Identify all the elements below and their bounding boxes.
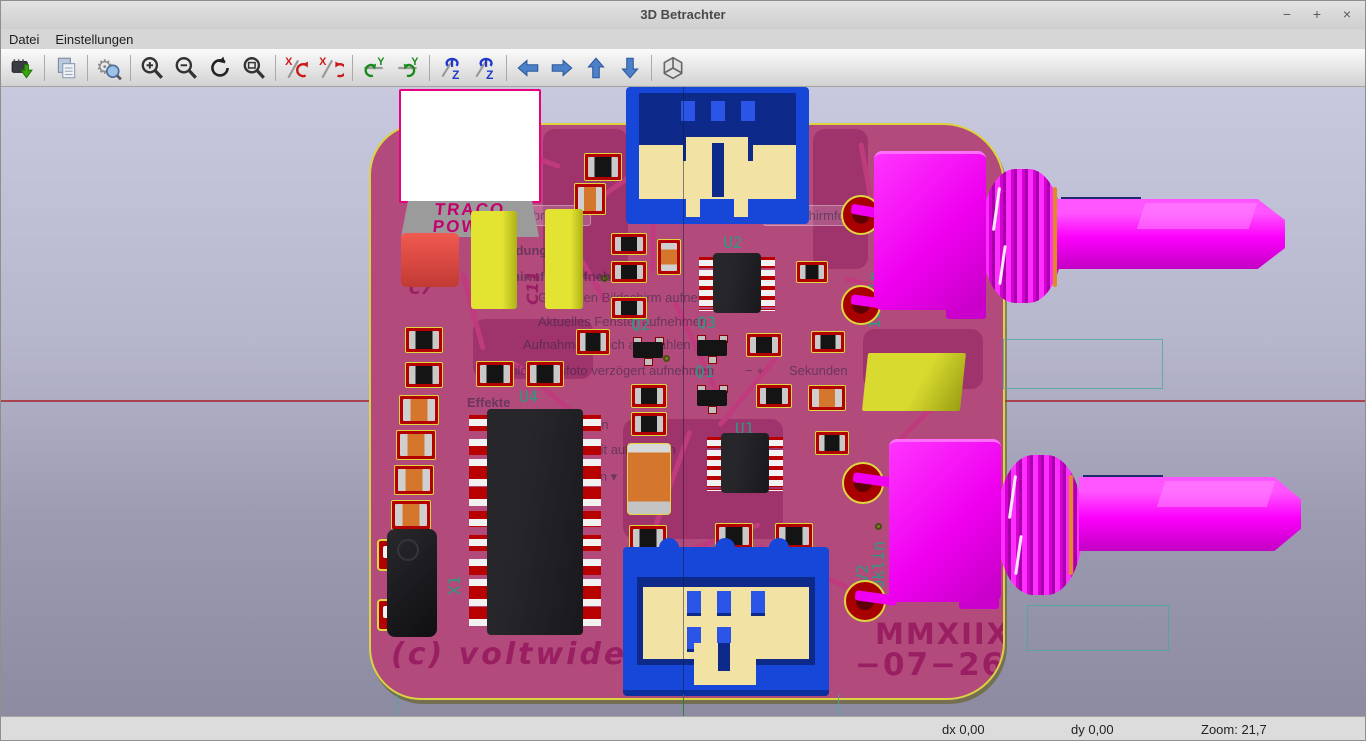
close-icon[interactable]: × xyxy=(1339,6,1355,22)
svg-text:Z: Z xyxy=(452,67,459,80)
toolbar-separator xyxy=(506,55,507,81)
toolbar-separator xyxy=(130,55,131,81)
svg-text:Y: Y xyxy=(377,55,385,67)
titlebar[interactable]: 3D Betrachter − + × xyxy=(1,1,1365,30)
toolbar: ⚙ X X Y Y Z Z xyxy=(1,49,1365,87)
menubar: Datei Einstellungen xyxy=(1,29,1365,49)
rotate-x-pos-icon[interactable]: X xyxy=(314,52,348,84)
y-axis-line xyxy=(683,694,684,716)
zoom-fit-icon[interactable] xyxy=(237,52,271,84)
window-controls: − + × xyxy=(1279,6,1355,22)
toolbar-separator xyxy=(429,55,430,81)
axes xyxy=(1,87,1365,716)
move-up-icon[interactable] xyxy=(579,52,613,84)
status-zoom: Zoom: 21,7 xyxy=(1201,722,1267,737)
rotate-z-neg-icon[interactable]: Z xyxy=(434,52,468,84)
rotate-y-neg-icon[interactable]: Y xyxy=(357,52,391,84)
orthographic-projection-icon[interactable] xyxy=(656,52,690,84)
toolbar-separator xyxy=(44,55,45,81)
menu-datei[interactable]: Datei xyxy=(9,32,39,47)
move-down-icon[interactable] xyxy=(613,52,647,84)
y-axis-line xyxy=(683,87,684,694)
menu-einstellungen[interactable]: Einstellungen xyxy=(55,32,133,47)
window-title: 3D Betrachter xyxy=(1,7,1365,22)
svg-text:Z: Z xyxy=(486,67,493,80)
move-right-icon[interactable] xyxy=(545,52,579,84)
zoom-out-icon[interactable] xyxy=(169,52,203,84)
toolbar-separator xyxy=(87,55,88,81)
redraw-icon[interactable] xyxy=(203,52,237,84)
status-dy: dy 0,00 xyxy=(1071,722,1114,737)
svg-text:X: X xyxy=(319,55,327,67)
render-options-icon[interactable]: ⚙ xyxy=(92,52,126,84)
rotate-x-neg-icon[interactable]: X xyxy=(280,52,314,84)
zoom-in-icon[interactable] xyxy=(135,52,169,84)
status-dx: dx 0,00 xyxy=(942,722,985,737)
copy-image-icon[interactable] xyxy=(49,52,83,84)
3d-viewer-window: 3D Betrachter − + × Datei Einstellungen … xyxy=(0,0,1366,741)
minimize-icon[interactable]: − xyxy=(1279,6,1295,22)
toolbar-separator xyxy=(651,55,652,81)
3d-viewport[interactable]: (c) voltwide MMXIIX −07−26 AbbrechenBild… xyxy=(1,87,1365,716)
move-left-icon[interactable] xyxy=(511,52,545,84)
rotate-z-pos-icon[interactable]: Z xyxy=(468,52,502,84)
svg-text:X: X xyxy=(285,55,293,67)
statusbar: dx 0,00 dy 0,00 Zoom: 21,7 xyxy=(1,716,1365,741)
reload-board-icon[interactable] xyxy=(6,52,40,84)
maximize-icon[interactable]: + xyxy=(1309,6,1325,22)
rotate-y-pos-icon[interactable]: Y xyxy=(391,52,425,84)
toolbar-separator xyxy=(275,55,276,81)
toolbar-separator xyxy=(352,55,353,81)
